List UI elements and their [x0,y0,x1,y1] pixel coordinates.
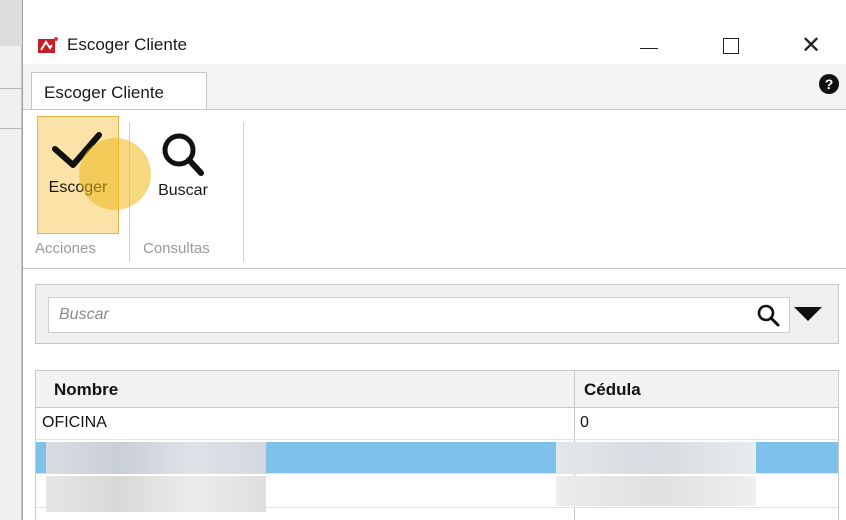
search-icon[interactable] [756,303,782,329]
ribbon-panel: Escoger Buscar Acciones Consultas [23,109,846,269]
redacted-cell [556,442,756,474]
background-divider [0,88,22,89]
clientes-table: Nombre Cédula OFICINA 0 [35,370,839,520]
escoger-label: Escoger [48,179,108,196]
maximize-button[interactable] [701,24,761,68]
table-row[interactable]: OFICINA 0 [36,408,838,440]
group-label-acciones: Acciones [35,240,96,257]
ribbon-tab-strip: Escoger Cliente ? [23,64,846,112]
background-divider [0,128,22,129]
group-divider [129,122,130,262]
magnifier-icon [162,133,204,176]
redacted-cell [46,442,266,474]
escoger-cliente-window: Escoger Cliente ✕ Escoger Cliente ? Esco… [22,0,846,520]
table-row-selected[interactable] [36,442,838,474]
cell-cedula: 0 [580,414,589,431]
cell-nombre: OFICINA [42,414,107,431]
group-label-consultas: Consultas [143,240,210,257]
tab-escoger-cliente[interactable]: Escoger Cliente [31,72,207,112]
group-divider [243,122,244,262]
dropdown-arrow-icon[interactable] [794,307,822,321]
table-row[interactable] [36,476,838,512]
column-header-cedula[interactable]: Cédula [584,380,641,400]
background-app-edge [0,0,22,520]
window-title: Escoger Cliente [67,35,188,54]
redacted-cell [556,476,756,506]
minimize-icon [640,47,658,49]
tab-label: Escoger Cliente [44,82,165,102]
table-header: Nombre Cédula [36,370,838,408]
escoger-button[interactable]: Escoger [37,116,119,234]
checkmark-icon [52,132,102,168]
search-panel [35,284,839,344]
help-icon[interactable]: ? [819,74,839,94]
redacted-cell [46,476,266,512]
close-icon: ✕ [800,32,822,59]
minimize-button[interactable] [619,24,679,68]
maximize-icon [723,38,739,54]
column-header-nombre[interactable]: Nombre [54,380,118,400]
buscar-label: Buscar [158,182,208,199]
title-bar[interactable]: Escoger Cliente ✕ [23,10,846,64]
pdf-app-icon [38,37,58,53]
buscar-button[interactable]: Buscar [147,116,219,234]
search-input[interactable] [48,297,790,333]
close-button[interactable]: ✕ [781,24,841,68]
background-toolbar [0,0,22,46]
